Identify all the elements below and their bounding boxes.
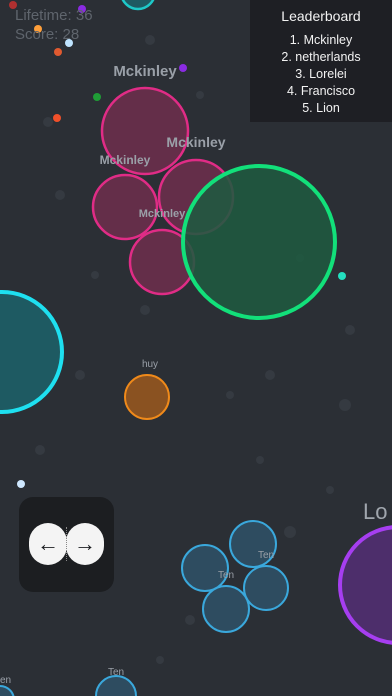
leaderboard-entry: 5. Lion [302,101,340,115]
ten-cell-4 [202,585,250,633]
score-counter: Score: 28 [15,26,80,43]
ten-cell-5 [95,675,137,696]
hud-stats: Lifetime: 36 Score: 28 [15,6,93,44]
player-name-ten-1: Ten [258,550,274,561]
player-name-ten-3: Ten [108,667,124,678]
lifetime-counter: Lifetime: 36 [15,7,93,24]
split-button-pill[interactable]: ← → [29,523,104,565]
mckinley-cell-2 [91,173,159,241]
leaderboard-list: 1. Mckinley 2. netherlands 3. Lorelei 4.… [250,32,392,117]
cyan-player-cell [0,290,64,414]
player-name-mckinley-left: Mckinley [100,153,151,167]
arrow-left-icon[interactable]: ← [29,523,67,565]
split-button[interactable]: ← → [19,497,114,592]
player-name-ten-2: Ten [218,570,234,581]
player-name-huy: huy [142,359,158,370]
split-divider [66,527,67,561]
leaderboard-panel: Leaderboard 1. Mckinley 2. netherlands 3… [250,0,392,122]
partial-cell-top [121,0,155,11]
leaderboard-entry: 4. Francisco [286,84,356,98]
leaderboard-entry: 2. netherlands [281,50,361,64]
lorelei-player-cell [338,525,392,645]
player-name-mckinley-center: Mckinley [139,208,186,220]
bottom-left-partial-cell [0,685,15,696]
leaderboard-entry: 3. Lorelei [295,67,347,81]
player-name-lorelei: Lo [363,499,387,524]
huy-player-cell [124,374,170,420]
ten-cells [95,520,289,696]
player-name-bottom-left: en [0,675,11,686]
leaderboard-entry: 1. Mckinley [289,33,353,47]
ten-cell-3 [243,565,289,611]
player-name-mckinley-right: Mckinley [166,134,225,150]
mckinley-cells [91,86,337,320]
ten-cell-2 [181,544,229,592]
player-name-mckinley-top: Mckinley [113,63,177,80]
mckinley-cell-large [181,164,337,320]
leaderboard-title: Leaderboard [281,8,361,24]
arrow-right-icon[interactable]: → [66,523,104,565]
